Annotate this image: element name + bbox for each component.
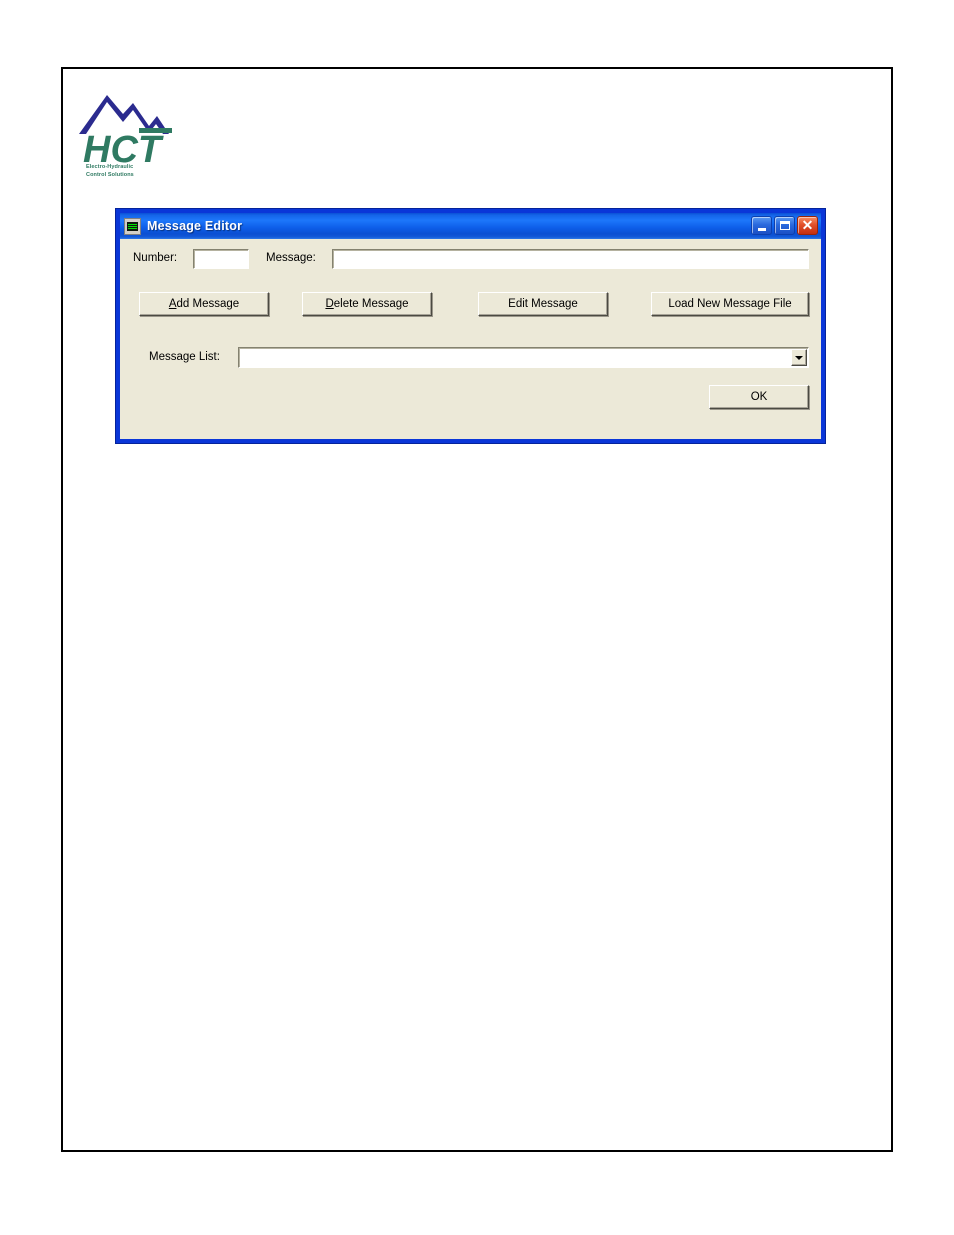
logo-tagline-line2: Control Solutions	[86, 172, 134, 178]
message-list-combobox[interactable]	[238, 347, 809, 368]
close-button[interactable]: ✕	[797, 216, 818, 235]
ok-button[interactable]: OK	[709, 385, 809, 409]
message-editor-window: Message Editor ✕ Number: Message: Add Me…	[115, 208, 826, 444]
window-inner-frame: Message Editor ✕ Number: Message: Add Me…	[119, 212, 822, 440]
close-icon: ✕	[801, 217, 814, 233]
message-label: Message:	[266, 252, 316, 264]
number-input[interactable]	[193, 249, 249, 269]
number-label: Number:	[133, 252, 178, 264]
ok-button-label: OK	[750, 391, 768, 403]
chevron-down-icon[interactable]	[791, 349, 807, 366]
minimize-icon	[757, 227, 766, 231]
hct-logo: HCT Electro-Hydraulic Control Solutions	[77, 86, 187, 181]
add-message-button[interactable]: Add Message	[139, 292, 269, 316]
logo-tagline-line1: Electro-Hydraulic	[86, 164, 134, 170]
maximize-icon	[779, 221, 790, 230]
delete-message-rest: elete Message	[333, 298, 409, 310]
edit-message-label: Edit Message	[508, 298, 578, 310]
load-new-message-file-label: Load New Message File	[668, 298, 792, 310]
window-titlebar[interactable]: Message Editor ✕	[120, 213, 821, 239]
message-list-label: Message List:	[149, 351, 220, 363]
add-message-accel: A	[168, 298, 177, 310]
minimize-button[interactable]	[751, 216, 772, 235]
add-message-rest: dd Message	[176, 298, 240, 310]
delete-message-label: Delete Message	[325, 298, 408, 310]
delete-message-accel: D	[325, 298, 334, 310]
window-title: Message Editor	[147, 219, 243, 233]
message-input[interactable]	[332, 249, 809, 269]
delete-message-button[interactable]: Delete Message	[302, 292, 432, 316]
dialog-client-area: Number: Message: Add Message Delete Mess…	[120, 239, 821, 439]
window-controls: ✕	[751, 216, 818, 235]
vb-form-icon	[124, 217, 141, 235]
edit-message-button[interactable]: Edit Message	[478, 292, 608, 316]
maximize-button[interactable]	[774, 216, 795, 235]
add-message-label: Add Message	[169, 298, 239, 310]
chevron-down-glyph	[795, 355, 803, 360]
logo-bar	[139, 128, 172, 133]
load-new-message-file-button[interactable]: Load New Message File	[651, 292, 809, 316]
document-page: HCT Electro-Hydraulic Control Solutions …	[61, 67, 893, 1152]
